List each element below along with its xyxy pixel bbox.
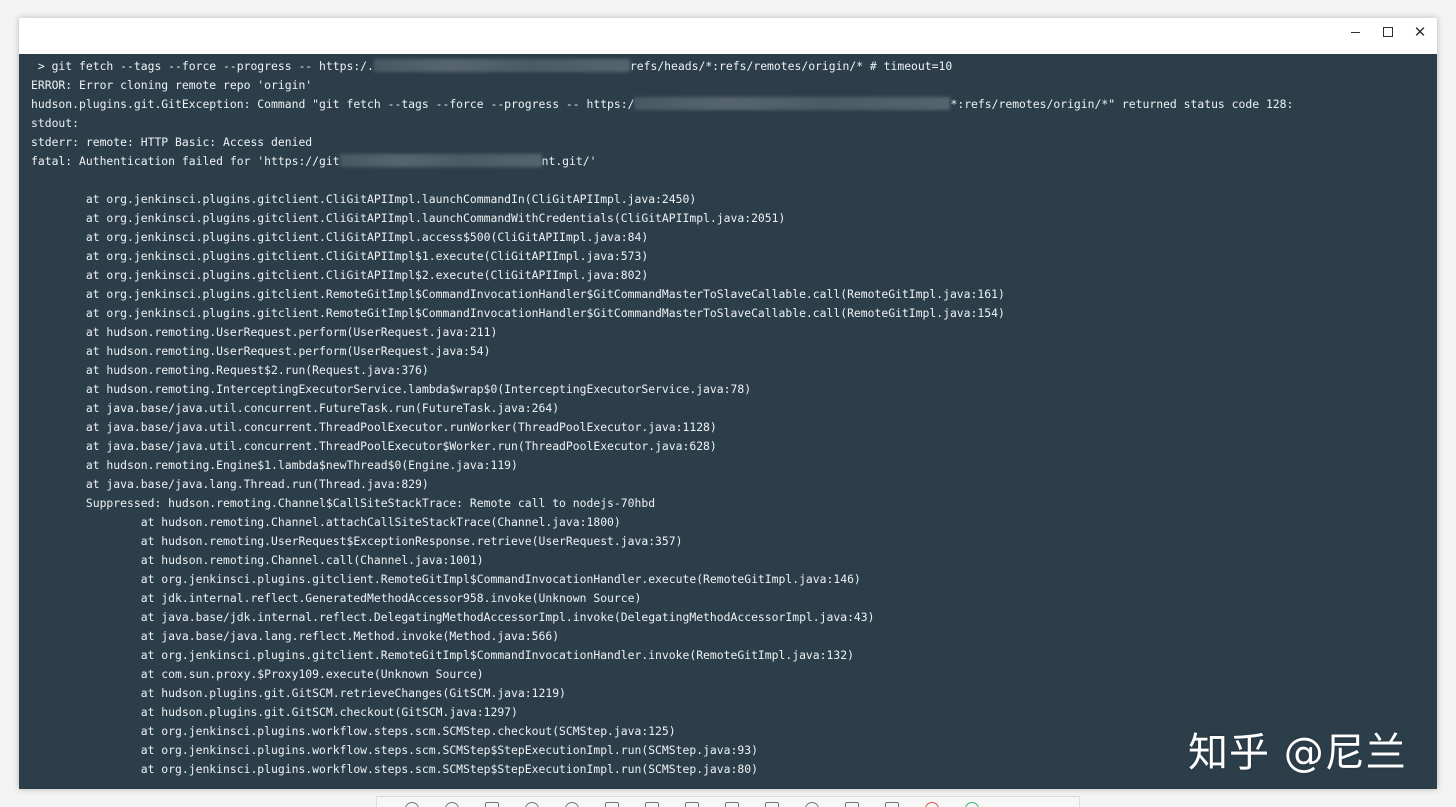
stack-trace-line: at hudson.remoting.UserRequest.perform(U… [31, 344, 491, 358]
console-output[interactable]: > git fetch --tags --force --progress --… [19, 54, 1437, 789]
maximize-icon [1383, 27, 1393, 37]
circle-icon[interactable] [565, 802, 579, 807]
redacted-url [339, 154, 542, 167]
stack-trace-line: Suppressed: hudson.remoting.Channel$Call… [31, 496, 656, 510]
stack-trace-line: at hudson.plugins.git.GitSCM.checkout(Gi… [31, 705, 518, 719]
stack-trace-line: at java.base/java.lang.Thread.run(Thread… [31, 477, 429, 491]
stack-trace-line: at org.jenkinsci.plugins.gitclient.CliGi… [31, 192, 697, 206]
stack-trace-line: at java.base/jdk.internal.reflect.Delega… [31, 610, 875, 624]
stack-trace-line: at java.base/java.util.concurrent.Thread… [31, 420, 717, 434]
stack-trace-line: at com.sun.proxy.$Proxy109.execute(Unkno… [31, 667, 484, 681]
console-text: *:refs/remotes/origin/*" returned status… [950, 97, 1294, 111]
stack-trace-line: at org.jenkinsci.plugins.gitclient.Remot… [31, 648, 854, 662]
console-text: > git fetch --tags --force --progress --… [31, 59, 374, 73]
terminal-window: ✕ > git fetch --tags --force --progress … [19, 18, 1437, 789]
pen-icon[interactable] [645, 802, 659, 807]
stack-trace-line: at hudson.remoting.UserRequest$Exception… [31, 534, 683, 548]
stack-trace-line: at hudson.remoting.Engine$1.lambda$newTh… [31, 458, 518, 472]
title-bar[interactable]: ✕ [19, 18, 1437, 54]
minimize-icon [1350, 31, 1360, 33]
stack-trace-line: at org.jenkinsci.plugins.workflow.steps.… [31, 762, 758, 776]
console-text: refs/heads/*:refs/remotes/origin/* # tim… [629, 59, 953, 73]
stack-trace-line: at hudson.remoting.Channel.attachCallSit… [31, 515, 621, 529]
stack-trace-line: at org.jenkinsci.plugins.gitclient.Remot… [31, 306, 1005, 320]
console-line-fatal: fatal: Authentication failed for 'https:… [31, 152, 596, 171]
redacted-url [373, 59, 630, 72]
console-line-stdout: stdout: [31, 116, 80, 130]
close-icon[interactable] [925, 802, 939, 807]
circle-icon[interactable] [445, 802, 459, 807]
console-line-stderr: stderr: remote: HTTP Basic: Access denie… [31, 135, 313, 149]
maximize-button[interactable] [1372, 18, 1404, 46]
square-icon[interactable] [725, 802, 739, 807]
stack-trace-line: at org.jenkinsci.plugins.gitclient.Remot… [31, 287, 1005, 301]
console-text: nt.git/' [541, 154, 597, 168]
square-icon[interactable] [685, 802, 699, 807]
pointer-icon[interactable] [845, 802, 859, 807]
stack-trace-line: at hudson.remoting.Channel.call(Channel.… [31, 553, 484, 567]
stack-trace-line: at hudson.plugins.git.GitSCM.retrieveCha… [31, 686, 566, 700]
scissors-icon[interactable] [885, 802, 899, 807]
stack-trace-line: at org.jenkinsci.plugins.gitclient.CliGi… [31, 211, 786, 225]
watermark: 知乎 @尼兰 [1188, 730, 1407, 776]
stack-trace-line: at java.base/java.lang.reflect.Method.in… [31, 629, 560, 643]
close-icon: ✕ [1413, 23, 1427, 41]
stack-trace-line: at org.jenkinsci.plugins.gitclient.CliGi… [31, 268, 649, 282]
console-line-error: ERROR: Error cloning remote repo 'origin… [31, 78, 313, 92]
circle-icon[interactable] [405, 802, 419, 807]
stack-trace-line: at org.jenkinsci.plugins.gitclient.CliGi… [31, 230, 649, 244]
circle-icon[interactable] [525, 802, 539, 807]
redacted-url [634, 97, 951, 110]
stack-trace-line: at java.base/java.util.concurrent.Future… [31, 401, 560, 415]
stack-trace-line: at org.jenkinsci.plugins.workflow.steps.… [31, 743, 758, 757]
stack-trace-line: at jdk.internal.reflect.GeneratedMethodA… [31, 591, 642, 605]
annotation-toolbar [376, 796, 1080, 807]
close-button[interactable]: ✕ [1404, 18, 1436, 46]
console-line-fetch: > git fetch --tags --force --progress --… [31, 57, 952, 76]
console-text: hudson.plugins.git.GitException: Command… [31, 97, 635, 111]
stack-trace-line: at java.base/java.util.concurrent.Thread… [31, 439, 717, 453]
arrow-icon[interactable] [605, 802, 619, 807]
curve-icon[interactable] [805, 802, 819, 807]
square-icon[interactable] [485, 802, 499, 807]
stack-trace-line: at hudson.remoting.Request$2.run(Request… [31, 363, 429, 377]
stack-trace-line: at hudson.remoting.InterceptingExecutorS… [31, 382, 752, 396]
minimize-button[interactable] [1339, 18, 1371, 46]
check-icon[interactable] [965, 802, 979, 807]
console-line-exception: hudson.plugins.git.GitException: Command… [31, 95, 1293, 114]
stack-trace-line: at org.jenkinsci.plugins.gitclient.CliGi… [31, 249, 649, 263]
stack-trace-line: at org.jenkinsci.plugins.workflow.steps.… [31, 724, 676, 738]
stack-trace-line: at hudson.remoting.UserRequest.perform(U… [31, 325, 498, 339]
stack-trace-line: at org.jenkinsci.plugins.gitclient.Remot… [31, 572, 861, 586]
text-icon[interactable] [765, 802, 779, 807]
console-text: fatal: Authentication failed for 'https:… [31, 154, 340, 168]
